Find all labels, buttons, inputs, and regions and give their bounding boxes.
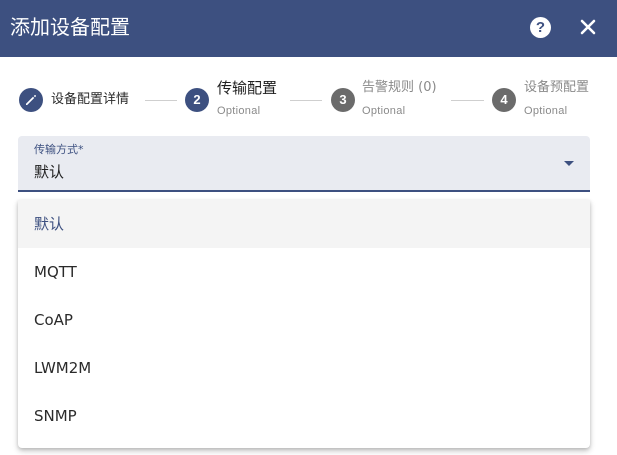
option-default[interactable]: 默认 [18, 200, 590, 248]
dropdown-arrow-icon [564, 161, 574, 166]
transport-type-select[interactable]: 传输方式* 默认 [18, 136, 590, 192]
step-4-optional: Optional [524, 105, 568, 117]
stepper: 设备配置详情 2 传输配置 Optional 3 告警规则 (0) Option… [0, 57, 617, 137]
option-label: LWM2M [34, 359, 92, 377]
transport-options-panel: 默认 MQTT CoAP LWM2M SNMP [18, 200, 590, 448]
option-label: SNMP [34, 407, 77, 425]
option-mqtt[interactable]: MQTT [18, 248, 590, 296]
dialog-title: 添加设备配置 [10, 15, 130, 39]
step-4-label: 设备预配置 [524, 80, 590, 95]
option-label: 默认 [34, 215, 65, 233]
option-coap[interactable]: CoAP [18, 296, 590, 344]
option-lwm2m[interactable]: LWM2M [18, 344, 590, 392]
option-label: MQTT [34, 263, 77, 281]
step-3-label: 告警规则 (0) [362, 80, 437, 95]
help-circle-icon: ? [535, 19, 546, 36]
dialog-header: 添加设备配置 ? [0, 0, 617, 57]
transport-type-value: 默认 [34, 163, 65, 181]
close-button[interactable] [578, 17, 598, 37]
step-1-circle [19, 88, 43, 112]
option-label: CoAP [34, 311, 73, 329]
step-connector [290, 100, 322, 101]
edit-pencil-icon [26, 94, 37, 105]
step-2-optional: Optional [217, 105, 261, 117]
step-3-optional: Optional [362, 105, 406, 117]
step-1-label: 设备配置详情 [51, 92, 130, 107]
step-2-circle: 2 [185, 88, 209, 112]
transport-type-label: 传输方式* [34, 143, 84, 156]
help-button[interactable]: ? [530, 17, 551, 38]
option-snmp[interactable]: SNMP [18, 392, 590, 440]
step-connector [145, 100, 177, 101]
step-connector [451, 100, 484, 101]
step-2-label: 传输配置 [217, 79, 278, 97]
step-3-circle: 3 [331, 88, 355, 112]
close-icon [580, 19, 596, 35]
step-4-circle: 4 [492, 88, 516, 112]
